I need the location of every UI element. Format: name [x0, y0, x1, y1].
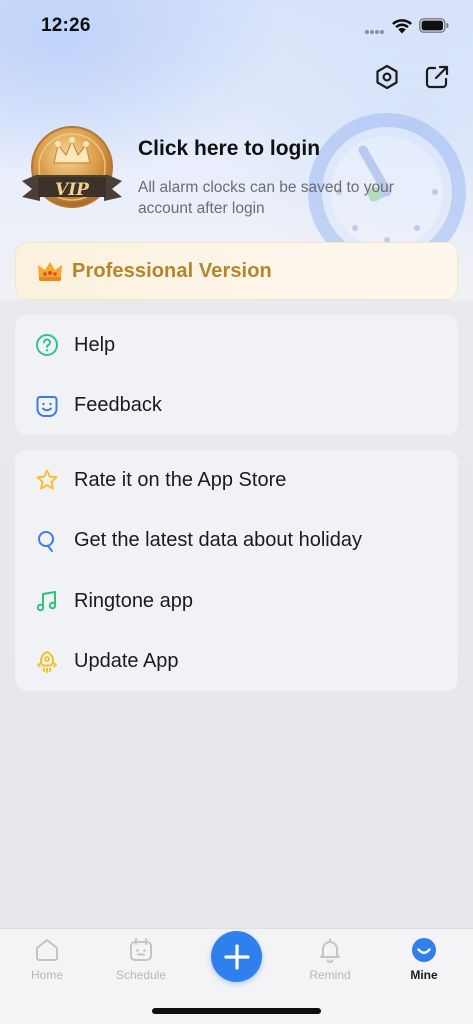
star-icon — [35, 468, 59, 492]
menu-item-rate[interactable]: Rate it on the App Store — [15, 450, 458, 511]
wifi-icon — [392, 19, 412, 34]
help-circle-icon — [35, 333, 59, 357]
music-note-icon — [35, 589, 59, 613]
login-title[interactable]: Click here to login — [138, 137, 320, 161]
menu-item-label: Update App — [74, 650, 179, 673]
menu-item-help[interactable]: Help — [15, 315, 458, 376]
tab-mine[interactable]: Mine — [389, 937, 459, 991]
menu-item-label: Ringtone app — [74, 589, 193, 612]
menu-item-ringtone[interactable]: Ringtone app — [15, 571, 458, 632]
menu-item-feedback[interactable]: Feedback — [15, 376, 458, 437]
login-subtitle: All alarm clocks can be saved to your ac… — [138, 179, 394, 217]
tab-label: Home — [30, 968, 63, 982]
vip-badge-icon[interactable] — [20, 125, 124, 217]
calendar-icon — [130, 938, 152, 961]
plus-icon — [223, 943, 250, 970]
add-button[interactable] — [211, 931, 262, 982]
menu-group-more: Rate it on the App Store Get the latest … — [15, 450, 458, 691]
settings-hexagon-icon — [376, 64, 398, 90]
menu-item-holiday[interactable]: Get the latest data about holiday — [15, 511, 458, 572]
smile-face-icon — [35, 394, 59, 418]
tab-remind[interactable]: Remind — [295, 937, 365, 991]
status-bar: 12:26 — [0, 0, 473, 52]
tab-label: Mine — [410, 968, 438, 982]
rocket-icon — [35, 650, 59, 674]
settings-button[interactable] — [372, 62, 402, 92]
crown-icon — [38, 262, 62, 281]
home-indicator[interactable] — [152, 1008, 321, 1014]
professional-version-button[interactable]: Professional Version — [15, 242, 458, 300]
menu-item-label: Rate it on the App Store — [74, 468, 287, 491]
menu-item-label: Feedback — [74, 394, 162, 417]
battery-icon — [419, 18, 449, 33]
share-button[interactable] — [422, 62, 452, 92]
home-icon — [36, 939, 58, 961]
professional-version-label: Professional Version — [72, 259, 272, 282]
tab-label: Schedule — [115, 968, 167, 982]
menu-item-label: Help — [74, 333, 116, 356]
tab-label: Remind — [309, 968, 351, 982]
menu-item-update[interactable]: Update App — [15, 632, 458, 693]
tab-schedule[interactable]: Schedule — [106, 937, 176, 991]
screen: 12:26 VIP Click here to login All alarm … — [0, 0, 473, 1024]
tab-home[interactable]: Home — [12, 937, 82, 991]
smile-icon — [412, 938, 436, 962]
bell-icon — [320, 938, 340, 963]
share-external-icon — [425, 65, 449, 89]
status-time: 12:26 — [41, 15, 91, 36]
vip-badge-text: VIP — [55, 180, 89, 200]
q-search-icon — [35, 529, 59, 553]
menu-item-label: Get the latest data about holiday — [74, 529, 362, 552]
cellular-signal-icon — [365, 30, 384, 34]
menu-group-support: Help Feedback — [15, 315, 458, 435]
